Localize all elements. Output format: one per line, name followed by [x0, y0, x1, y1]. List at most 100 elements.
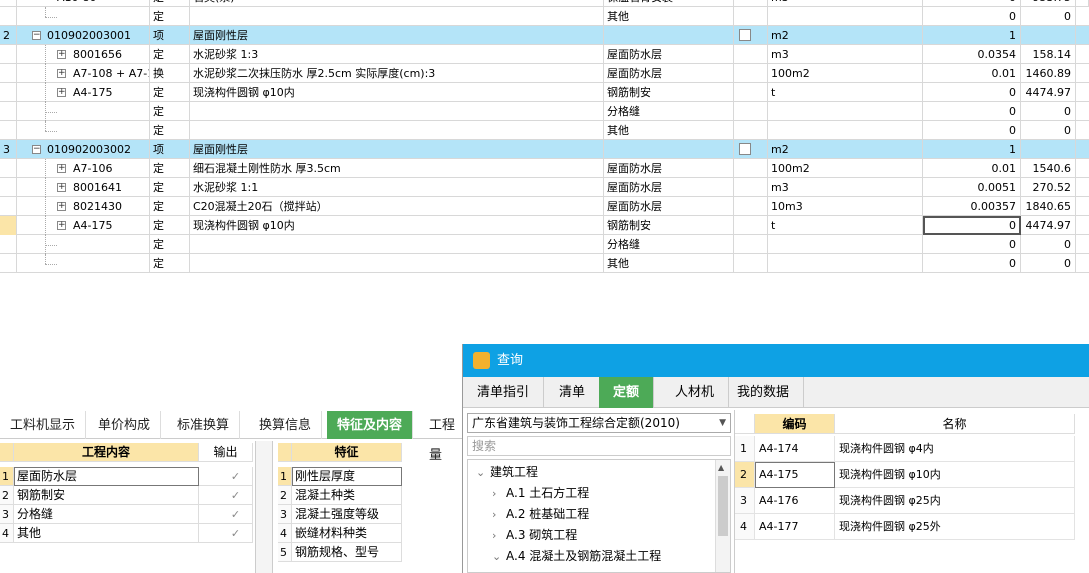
search-input[interactable]: 搜索: [467, 436, 731, 456]
cell-name: 屋面刚性层: [190, 140, 604, 159]
table-row[interactable]: 定 分格缝 0 0: [0, 102, 1089, 121]
cell-qty: 0: [923, 254, 1021, 273]
tab-4[interactable]: 特征及内容: [327, 411, 414, 439]
cell-price: [1021, 140, 1076, 159]
tree-scrollbar[interactable]: ▲: [715, 460, 730, 572]
content-item[interactable]: 钢筋制安: [14, 486, 199, 505]
tree-node[interactable]: › A.3 砌筑工程: [492, 525, 577, 546]
result-name[interactable]: 现浇构件圆钢 φ4内: [835, 436, 1075, 462]
scroll-thumb[interactable]: [718, 476, 728, 536]
scroll-up-icon[interactable]: ▲: [718, 463, 724, 472]
expand-icon[interactable]: +: [57, 69, 66, 78]
library-select[interactable]: 广东省建筑与装饰工程综合定额(2010) ▼: [467, 413, 731, 433]
cell-price: [1021, 26, 1076, 45]
result-name[interactable]: 现浇构件圆钢 φ10内: [835, 462, 1075, 488]
expand-icon[interactable]: +: [57, 88, 66, 97]
table-row[interactable]: 8021430 + 定 C20混凝土20石（搅拌站） 屋面防水层 10m3 0.00357 1…: [0, 197, 1089, 216]
table-row[interactable]: A7-106 + 定细石混凝土刚性防水 厚3.5cm 屋面防水层 100m2 0.01 15…: [0, 159, 1089, 178]
content-item[interactable]: 其他: [14, 524, 199, 543]
column-header[interactable]: 编码: [755, 414, 835, 434]
content-item[interactable]: 屋面防水层: [14, 467, 199, 486]
feature-item[interactable]: 刚性层厚度: [292, 467, 402, 486]
output-checkbox[interactable]: ✓: [199, 467, 253, 486]
row-number: 1: [735, 436, 755, 462]
chevron-down-icon[interactable]: ▼: [719, 414, 726, 432]
expand-icon[interactable]: +: [57, 164, 66, 173]
table-cell: [734, 178, 768, 197]
collapse-icon[interactable]: −: [32, 145, 41, 154]
table-row[interactable]: 2 010902003001− 项屋面刚性层 m2 1: [0, 26, 1089, 45]
tree-node[interactable]: › A.2 桩基础工程: [492, 504, 589, 525]
dialog-tab-1[interactable]: 清单: [545, 377, 601, 408]
chevron-down-icon[interactable]: ⌄: [492, 546, 506, 567]
table-row[interactable]: A4-175 + 定现浇构件圆钢 φ10内 钢筋制安 t 0 4474.97: [0, 216, 1089, 235]
output-checkbox[interactable]: ✓: [199, 505, 253, 524]
search-placeholder: 搜索: [472, 439, 497, 453]
cell-num: [0, 102, 17, 121]
dialog-tab-0[interactable]: 清单指引: [463, 377, 545, 408]
tree-node-label: A.1 土石方工程: [506, 486, 590, 500]
expand-icon[interactable]: +: [57, 202, 66, 211]
table-row[interactable]: A7-108 + A7-109+换水泥砂浆二次抹压防水 厚2.5cm 实际厚度(…: [0, 64, 1089, 83]
tab-3[interactable]: 换算信息: [249, 411, 323, 439]
table-cell: [1076, 140, 1089, 159]
output-checkbox[interactable]: ✓: [199, 524, 253, 543]
tab-2[interactable]: 标准换算: [167, 411, 241, 439]
cell-code: A7-108 + A7-109+: [17, 64, 150, 83]
result-code[interactable]: A4-177: [755, 514, 835, 540]
cell-category: 分格缝: [604, 102, 734, 121]
table-row[interactable]: 3 010902003002− 项屋面刚性层 m2 1: [0, 140, 1089, 159]
cell-category: 屋面防水层: [604, 45, 734, 64]
tree-node[interactable]: ⌄ A.4 混凝土及钢筋混凝土工程: [492, 546, 661, 567]
cell-price: 1540.6: [1021, 159, 1076, 178]
cell-code: 010902003002−: [17, 140, 150, 159]
result-name[interactable]: 现浇构件圆钢 φ25内: [835, 488, 1075, 514]
dialog-title-bar[interactable]: 查询: [463, 344, 1089, 377]
table-row[interactable]: 8001656 + 定水泥砂浆 1:3 屋面防水层 m3 0.0354 158.14: [0, 45, 1089, 64]
tree-node[interactable]: › A.1 土石方工程: [492, 483, 589, 504]
cell-qty: 0.01: [923, 64, 1021, 83]
feature-item[interactable]: 混凝土强度等级: [292, 505, 402, 524]
output-checkbox[interactable]: ✓: [199, 486, 253, 505]
chevron-down-icon[interactable]: ⌄: [476, 462, 490, 483]
feature-item[interactable]: 嵌缝材料种类: [292, 524, 402, 543]
cell-price: 0: [1021, 235, 1076, 254]
result-name[interactable]: 现浇构件圆钢 φ25外: [835, 514, 1075, 540]
table-row[interactable]: 定 其他 0 0: [0, 254, 1089, 273]
collapse-icon[interactable]: −: [32, 31, 41, 40]
chevron-right-icon[interactable]: ›: [492, 504, 506, 525]
chevron-right-icon[interactable]: ›: [492, 483, 506, 504]
content-item[interactable]: 分格缝: [14, 505, 199, 524]
row-number: 3: [735, 488, 755, 514]
table-row[interactable]: 定 分格缝 0 0: [0, 235, 1089, 254]
result-code[interactable]: A4-175: [755, 462, 835, 488]
cell-unit: [768, 235, 923, 254]
dialog-tab-3[interactable]: 人材机: [661, 377, 730, 408]
tab-0[interactable]: 工料机显示: [0, 411, 87, 439]
cell-type: 定: [150, 83, 190, 102]
column-header[interactable]: 名称: [835, 414, 1075, 434]
table-row[interactable]: 8001641 + 定水泥砂浆 1:1 屋面防水层 m3 0.0051 270.52: [0, 178, 1089, 197]
expand-icon[interactable]: +: [57, 183, 66, 192]
feature-item[interactable]: 钢筋规格、型号: [292, 543, 402, 562]
cell-category: 屋面防水层: [604, 159, 734, 178]
chevron-right-icon[interactable]: ›: [492, 525, 506, 546]
table-row[interactable]: A10-80定石英(浆)保温石膏安装 m30953.75: [0, 0, 1089, 7]
dialog-tab-2[interactable]: 定额: [599, 377, 655, 408]
expand-icon[interactable]: +: [57, 50, 66, 59]
table-row[interactable]: A4-175 + 定现浇构件圆钢 φ10内 钢筋制安 t 0 4474.97: [0, 83, 1089, 102]
dialog-tab-4[interactable]: 我的数据: [723, 377, 805, 408]
tab-1[interactable]: 单价构成: [88, 411, 162, 439]
result-code[interactable]: A4-174: [755, 436, 835, 462]
cell-unit: [768, 254, 923, 273]
row-checkbox[interactable]: [739, 143, 751, 155]
cell-qty: 0: [923, 83, 1021, 102]
expand-icon[interactable]: +: [57, 221, 66, 230]
row-checkbox[interactable]: [739, 29, 751, 41]
tree-node[interactable]: ⌄ 建筑工程: [476, 462, 538, 483]
cell-qty: 0.0051: [923, 178, 1021, 197]
result-code[interactable]: A4-176: [755, 488, 835, 514]
feature-item[interactable]: 混凝土种类: [292, 486, 402, 505]
table-row[interactable]: 定 其他 0 0: [0, 121, 1089, 140]
table-row[interactable]: 定 其他 0 0: [0, 7, 1089, 26]
